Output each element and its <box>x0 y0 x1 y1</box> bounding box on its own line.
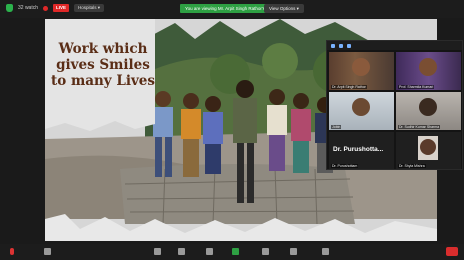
participant-name: Dr. Arpit Singh Rathor <box>331 85 367 89</box>
meeting-top-bar: 32 watch LIVE Hospitals ▾ You are viewin… <box>0 0 464 18</box>
view-options-button[interactable]: View Options ▾ <box>264 4 304 13</box>
expand-icon[interactable] <box>347 43 351 48</box>
participant-name: Dr. Shyla Mishra <box>398 164 426 168</box>
meeting-controls-bar <box>0 244 464 260</box>
participant-tile[interactable]: Dr. Arpit Singh Rathor <box>329 52 394 90</box>
live-badge: LIVE <box>53 4 70 12</box>
pause-icon[interactable] <box>43 5 49 11</box>
participant-name: Jobin <box>331 125 342 129</box>
gallery-header <box>327 41 462 50</box>
end-meeting-button[interactable] <box>446 247 458 256</box>
chat-icon[interactable] <box>178 248 185 255</box>
layout-icon[interactable] <box>331 43 335 48</box>
mute-icon[interactable] <box>10 248 14 255</box>
participant-tile[interactable]: Jobin <box>329 92 394 130</box>
participant-tile[interactable]: Dr. Purushotta... Dr. Purushottam <box>329 132 394 169</box>
participant-tile[interactable]: Dr. Shyla Mishra <box>396 132 461 169</box>
apps-icon[interactable] <box>322 248 329 255</box>
share-screen-active-icon[interactable] <box>232 248 239 255</box>
participant-name: Dr. Sudhir Kumar Sharma <box>398 125 441 129</box>
video-icon[interactable] <box>44 248 51 255</box>
participant-name: Prof. Sharmila Kumari <box>398 85 435 89</box>
share-screen-icon[interactable] <box>206 248 213 255</box>
participant-display-name: Dr. Purushotta... <box>333 146 384 153</box>
avatar <box>420 139 436 155</box>
host-dropdown[interactable]: Hospitals ▾ <box>74 4 105 12</box>
reactions-icon[interactable] <box>290 248 297 255</box>
minimize-icon[interactable] <box>339 43 343 48</box>
participant-tile[interactable]: Prof. Sharmila Kumari <box>396 52 461 90</box>
participant-name: Dr. Purushottam <box>331 164 359 168</box>
avatar <box>352 58 370 76</box>
avatar <box>419 58 437 76</box>
participant-gallery-panel: Dr. Arpit Singh Rathor Prof. Sharmila Ku… <box>326 40 463 170</box>
record-icon[interactable] <box>262 248 269 255</box>
participants-icon[interactable] <box>154 248 161 255</box>
participants-label: 32 watch <box>18 5 39 11</box>
avatar <box>352 98 370 116</box>
meeting-status-group: 32 watch LIVE Hospitals ▾ <box>6 4 105 12</box>
avatar <box>419 98 437 116</box>
slide-headline: Work which gives Smiles to many Lives <box>51 41 155 89</box>
security-shield-icon[interactable] <box>6 4 13 12</box>
participant-tile[interactable]: Dr. Sudhir Kumar Sharma <box>396 92 461 130</box>
